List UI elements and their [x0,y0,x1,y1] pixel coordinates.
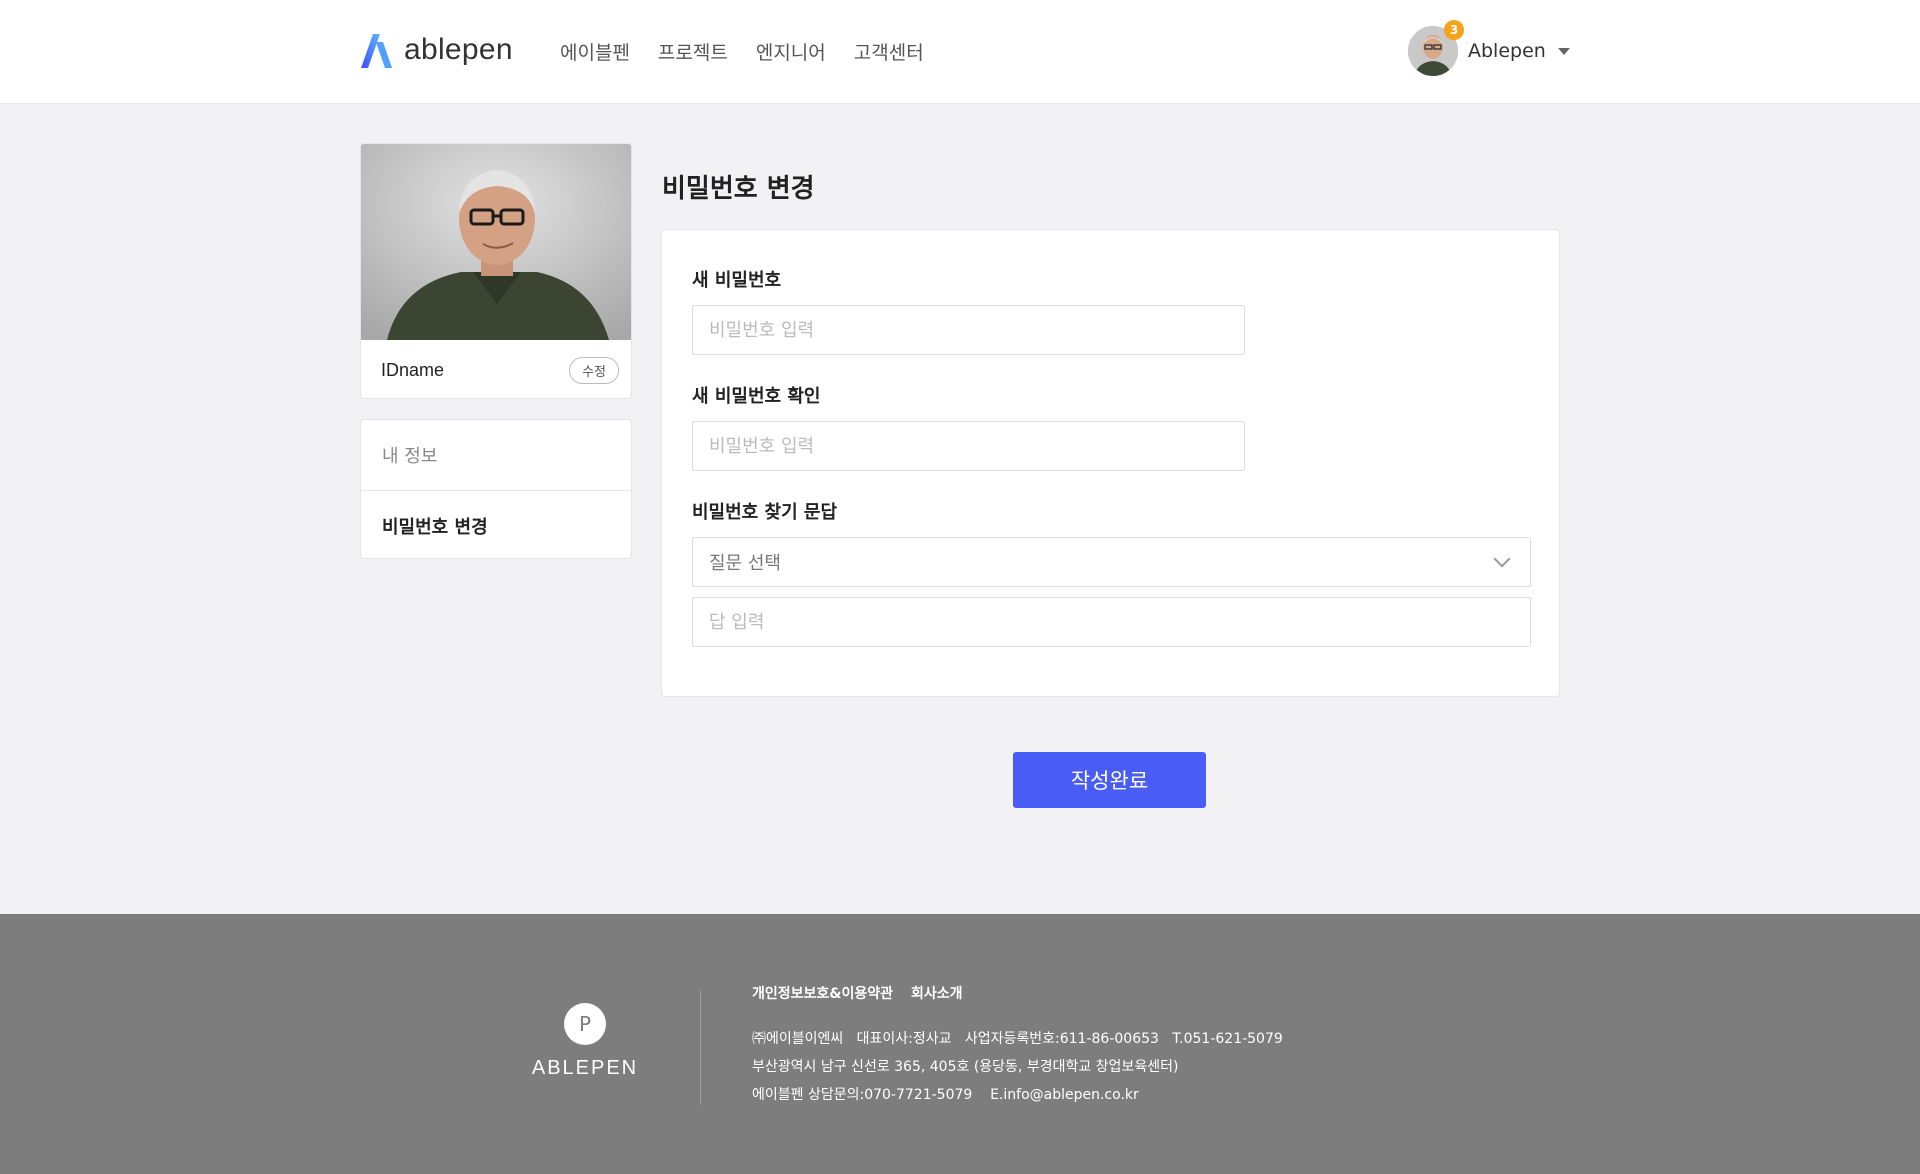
answer-input[interactable] [692,597,1531,647]
submit-button[interactable]: 작성완료 [1013,752,1206,808]
notification-badge: 3 [1444,20,1464,40]
footer-company-info: ㈜에이블이엔씨 대표이사:정사교 사업자등록번호:611-86-00653 T.… [752,1031,1283,1047]
new-password-input[interactable] [692,305,1245,355]
user-menu[interactable]: 3 Ablepen [1408,20,1570,76]
sidebar-menu: 내 정보 비밀번호 변경 [360,419,632,559]
profile-photo-icon [361,144,631,340]
edit-profile-button[interactable]: 수정 [569,356,619,384]
footer-contact: 에이블펜 상담문의:070-7721-5079 E.info@ablepen.c… [752,1087,1139,1103]
confirm-password-label: 새 비밀번호 확인 [692,386,821,407]
sidebar-item-my-info[interactable]: 내 정보 [361,420,631,490]
footer-link-about[interactable]: 회사소개 [911,983,963,1003]
logo-mark-icon [361,34,392,68]
top-header: ablepen 에이블펜 프로젝트 엔지니어 고객센터 3 Ablepen [0,0,1920,104]
chevron-down-icon [1493,550,1511,568]
avatar-container[interactable]: 3 [1408,20,1464,76]
footer-logo-icon: P [564,1003,606,1045]
logo-text: ablepen [404,33,513,66]
footer-link-privacy[interactable]: 개인정보보호&이용약관 [752,983,893,1003]
password-qa-label: 비밀번호 찾기 문답 [692,502,838,523]
nav-item-engineer[interactable]: 엔지니어 [756,38,826,65]
main-nav: 에이블펜 프로젝트 엔지니어 고객센터 [560,38,924,65]
footer-address: 부산광역시 남구 신선로 365, 405호 (용당동, 부경대학교 창업보육센… [752,1059,1179,1075]
question-select-value: 질문 선택 [709,553,781,574]
chevron-down-icon[interactable] [1557,47,1570,55]
page-title: 비밀번호 변경 [662,174,815,204]
question-select[interactable]: 질문 선택 [692,537,1531,587]
footer-divider [700,990,701,1105]
footer-brand: ABLEPEN [531,1057,639,1079]
profile-photo [361,144,631,340]
nav-item-project[interactable]: 프로젝트 [658,38,728,65]
profile-footer: IDname 수정 [361,340,631,398]
confirm-password-input[interactable] [692,421,1245,471]
nav-item-support[interactable]: 고객센터 [854,38,924,65]
user-name: Ablepen [1468,40,1546,62]
profile-name: IDname [381,359,445,380]
footer-links: 개인정보보호&이용약관 회사소개 [752,983,963,1003]
profile-card: IDname 수정 [360,143,632,399]
logo[interactable]: ablepen [359,32,513,68]
nav-item-ablepen[interactable]: 에이블펜 [560,38,630,65]
password-form-card: 새 비밀번호 새 비밀번호 확인 비밀번호 찾기 문답 질문 선택 [661,229,1560,697]
new-password-label: 새 비밀번호 [692,270,782,291]
footer-logo: P ABLEPEN [530,1003,640,1080]
sidebar-item-change-password[interactable]: 비밀번호 변경 [361,490,631,560]
